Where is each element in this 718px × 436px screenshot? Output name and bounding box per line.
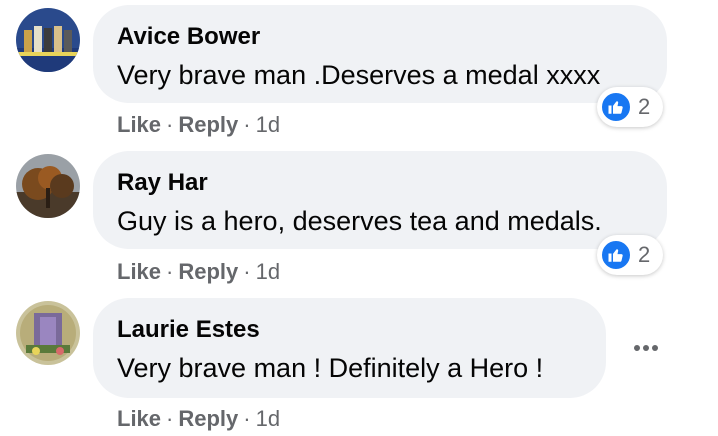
- separator: ·: [243, 259, 251, 284]
- avatar[interactable]: [16, 301, 80, 365]
- comment-actions: Like · Reply · 1d: [117, 406, 280, 432]
- comment-bubble: Ray Har Guy is a hero, deserves tea and …: [93, 151, 667, 249]
- avatar[interactable]: [16, 8, 80, 72]
- reply-link[interactable]: Reply: [178, 406, 238, 431]
- reply-link[interactable]: Reply: [178, 112, 238, 137]
- reaction-count: 2: [638, 94, 651, 119]
- comment-author[interactable]: Avice Bower: [117, 23, 260, 51]
- reaction-summary[interactable]: 2: [597, 87, 663, 127]
- comment-bubble: Avice Bower Very brave man .Deserves a m…: [93, 5, 667, 103]
- like-link[interactable]: Like: [117, 112, 161, 137]
- reply-link[interactable]: Reply: [178, 259, 238, 284]
- thumbs-up-icon: [600, 239, 632, 271]
- avatar[interactable]: [16, 154, 80, 218]
- separator: ·: [243, 112, 251, 137]
- comment-text: Very brave man .Deserves a medal xxxx: [117, 60, 601, 90]
- comment-text: Very brave man ! Definitely a Hero !: [117, 353, 544, 383]
- like-link[interactable]: Like: [117, 406, 161, 431]
- separator: ·: [166, 112, 174, 137]
- like-link[interactable]: Like: [117, 259, 161, 284]
- comment-bubble: Laurie Estes Very brave man ! Definitely…: [93, 298, 606, 398]
- reaction-count: 2: [638, 242, 651, 267]
- timestamp[interactable]: 1d: [256, 112, 280, 137]
- comment-author[interactable]: Ray Har: [117, 169, 208, 197]
- reaction-summary[interactable]: 2: [597, 235, 663, 275]
- more-options-icon[interactable]: [626, 328, 666, 368]
- comment-actions: Like · Reply · 1d: [117, 259, 280, 285]
- separator: ·: [166, 406, 174, 431]
- comment-text: Guy is a hero, deserves tea and medals.: [117, 206, 602, 236]
- comment-author[interactable]: Laurie Estes: [117, 316, 260, 344]
- separator: ·: [166, 259, 174, 284]
- thumbs-up-icon: [600, 91, 632, 123]
- separator: ·: [243, 406, 251, 431]
- timestamp[interactable]: 1d: [256, 406, 280, 431]
- comment-actions: Like · Reply · 1d: [117, 112, 280, 138]
- timestamp[interactable]: 1d: [256, 259, 280, 284]
